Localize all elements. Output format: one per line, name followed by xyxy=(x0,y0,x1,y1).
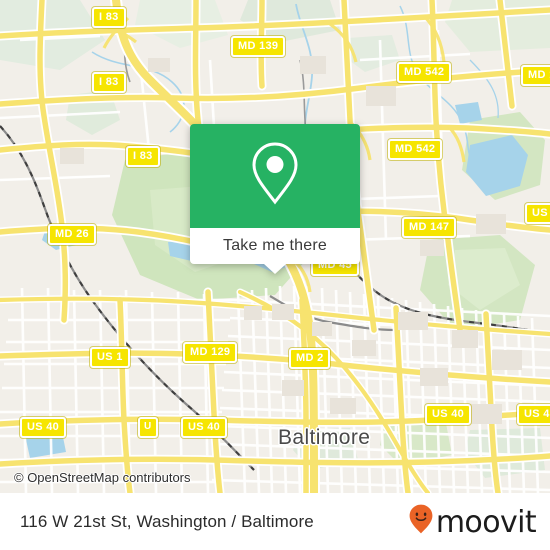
road-shield: US 1 xyxy=(90,347,130,368)
road-shield: MD 147 xyxy=(402,217,457,238)
road-shield: U xyxy=(138,417,158,438)
moovit-wordmark: moovit xyxy=(435,504,537,540)
map-screenshot: I 83 MD 139 MD 542 MD 1 I 83 I 83 MD 542 MD 147… xyxy=(0,0,550,550)
map-canvas[interactable]: I 83 MD 139 MD 542 MD 1 I 83 I 83 MD 542 MD 147… xyxy=(0,0,550,493)
moovit-smiley-pin-icon xyxy=(409,504,433,539)
city-label: Baltimore xyxy=(278,426,371,449)
road-shield: US 1 xyxy=(525,203,550,224)
road-shield: MD 26 xyxy=(48,224,96,245)
road-shield: MD 2 xyxy=(289,348,331,369)
road-shield: MD 139 xyxy=(231,36,286,57)
moovit-logo[interactable]: moovit xyxy=(409,504,537,540)
callout-action-panel[interactable]: Take me there xyxy=(190,228,360,274)
take-me-there-label: Take me there xyxy=(223,237,327,254)
address-label: 116 W 21st St, Washington / Baltimore xyxy=(20,511,314,531)
osm-attribution[interactable]: © OpenStreetMap contributors xyxy=(14,470,191,485)
road-shield: US 40 xyxy=(181,417,228,438)
location-pin-icon xyxy=(247,140,303,213)
road-shield: I 83 xyxy=(92,72,126,93)
road-shield: US 40 xyxy=(425,404,472,425)
road-shield: MD 542 xyxy=(388,139,443,160)
footer-bar: 116 W 21st St, Washington / Baltimore mo… xyxy=(0,493,550,550)
destination-callout[interactable]: Take me there xyxy=(190,124,360,274)
callout-tail-icon xyxy=(264,264,286,274)
road-shield: I 83 xyxy=(92,7,126,28)
road-shield: MD 1 xyxy=(521,65,550,86)
road-shield: MD 542 xyxy=(397,62,452,83)
road-shield: MD 129 xyxy=(183,342,238,363)
callout-icon-panel xyxy=(190,124,360,228)
road-shield: US 40 xyxy=(20,417,67,438)
road-shield: US 40 xyxy=(517,404,550,425)
road-shield: I 83 xyxy=(126,146,160,167)
